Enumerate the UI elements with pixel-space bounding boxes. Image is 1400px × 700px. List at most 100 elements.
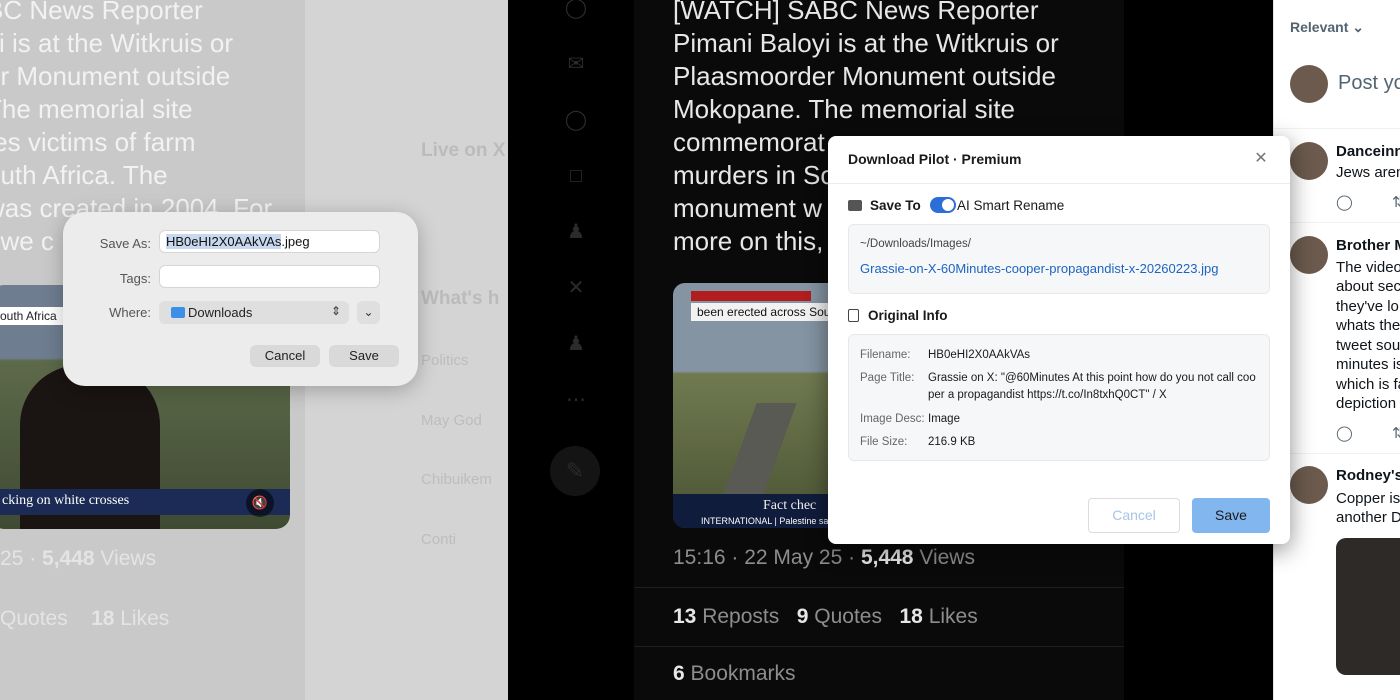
tweet-stats: 13 Reposts 9 Quotes 18 Likes (673, 605, 978, 629)
save-path-box[interactable]: ~/Downloads/Images/ Grassie-on-X-60Minut… (848, 224, 1270, 294)
bookmarks-link[interactable]: 6 Bookmarks (673, 662, 796, 686)
reply-text: Copper is (1336, 490, 1400, 507)
tags-label: Tags: (119, 271, 151, 286)
repost-icon[interactable]: ⇅ (1392, 424, 1400, 442)
folder-icon (171, 307, 185, 318)
reply-icon[interactable]: ◯ (1336, 424, 1353, 442)
replies-pane: Relevant ⌄ Post yo Danceinn Jews aren ◯ … (1273, 0, 1400, 700)
where-select[interactable]: Downloads ⇕ (159, 301, 349, 324)
repost-icon[interactable]: ⇅ (1392, 193, 1400, 211)
save-as-label: Save As: (99, 236, 151, 251)
save-as-sheet: Save As: HB0eHI2X0AAkVAs.jpeg Tags: Wher… (63, 212, 418, 386)
download-pilot-dialog: Download Pilot · Premium ✕ Save To AI Sm… (828, 136, 1290, 544)
profile-icon[interactable]: ♟ (564, 332, 588, 356)
ghost-trend: May God (421, 412, 482, 429)
info-key: Filename: (860, 349, 911, 361)
info-key: File Size: (860, 436, 908, 448)
reply-text: tweet sou (1336, 337, 1400, 354)
tweet-line: tes victims of farm (0, 127, 196, 157)
filename-extension: .jpeg (281, 234, 310, 249)
reply-text: Jews aren (1336, 164, 1400, 181)
cancel-button[interactable]: Cancel (1088, 498, 1180, 533)
mute-icon[interactable]: 🔇 (246, 489, 274, 517)
save-button[interactable]: Save (1192, 498, 1270, 533)
ghost-trend: Conti (421, 531, 457, 548)
reply-text: about sec (1336, 278, 1400, 295)
info-key: Image Desc: (860, 413, 925, 425)
smart-rename-toggle[interactable] (930, 197, 956, 213)
expand-chevron-icon[interactable]: ⌄ (357, 301, 380, 324)
avatar[interactable] (1290, 236, 1328, 274)
divider (828, 183, 1290, 184)
folder-icon (848, 200, 862, 211)
more-icon[interactable]: ⋯ (564, 388, 588, 412)
updown-chevron-icon: ⇕ (330, 304, 341, 318)
toggle-knob (942, 199, 954, 211)
save-to-heading: Save To (848, 198, 921, 213)
tags-field[interactable] (159, 265, 380, 288)
reply-text: they've lo (1336, 298, 1399, 315)
reply-icon[interactable]: ◯ (1336, 193, 1353, 211)
reply-text: The video (1336, 259, 1400, 276)
tweet-line: BC News Reporter (0, 0, 203, 25)
tweet-meta: 25 · 5,448 Views (0, 547, 157, 570)
divider (634, 587, 1124, 588)
video-location-tag: outh Africa (0, 307, 67, 325)
reply-author[interactable]: Rodney's (1336, 467, 1400, 484)
live-bar (691, 291, 811, 301)
video-caption: been erected across South (691, 303, 847, 321)
ghost-trend: Politics (421, 352, 469, 369)
ghost-heading: Live on X (421, 140, 506, 161)
ghost-heading: What's h (421, 288, 500, 309)
reposts-link[interactable]: 13 Reposts (673, 605, 779, 628)
document-icon (848, 309, 859, 322)
quotes-link[interactable]: 9 Quotes (797, 605, 882, 628)
original-info-box: Filename: HB0eHI2X0AAkVAs Page Title: Gr… (848, 334, 1270, 461)
likes-link[interactable]: Likes (114, 607, 169, 630)
sheet-save-button[interactable]: Save (329, 345, 399, 367)
avatar[interactable] (1290, 65, 1328, 103)
reply-text: minutes is (1336, 356, 1400, 373)
notifications-icon[interactable]: ◯ (564, 0, 588, 20)
x-logo-icon[interactable]: ✕ (564, 276, 588, 300)
original-info-heading: Original Info (848, 308, 948, 323)
likes-link[interactable]: 18 Likes (900, 605, 978, 628)
avatar[interactable] (1290, 466, 1328, 504)
reply-text: whats the (1336, 317, 1400, 334)
reply-text: another D (1336, 509, 1400, 526)
reply-author[interactable]: Danceinn (1336, 143, 1400, 160)
tweet-line: [WATCH] SABC News Reporter (673, 0, 1039, 25)
reply-text: which is fa (1336, 376, 1400, 393)
grok-icon[interactable]: ◯ (564, 108, 588, 132)
x-nav-column: ◯ ✉ ◯ □ ♟ ✕ ♟ ⋯ ✎ (508, 0, 628, 700)
sort-dropdown[interactable]: Relevant ⌄ (1290, 19, 1364, 36)
sheet-cancel-button[interactable]: Cancel (250, 345, 320, 367)
dialog-title: Download Pilot · Premium (848, 151, 1022, 167)
save-as-field[interactable]: HB0eHI2X0AAkVAs.jpeg (159, 230, 380, 253)
communities-icon[interactable]: ♟ (564, 220, 588, 244)
tweet-line: Pimani Baloyi is at the Witkruis or (673, 28, 1059, 58)
reply-input[interactable]: Post yo (1338, 72, 1400, 95)
quotes-link[interactable]: Quotes (0, 607, 68, 630)
info-key: Page Title: (860, 372, 915, 384)
reply-author[interactable]: Brother M (1336, 237, 1400, 254)
tweet-meta: 15:16 · 22 May 25 · 5,448 Views (673, 546, 975, 569)
smart-rename-label: AI Smart Rename (957, 198, 1065, 213)
info-file-size: 216.9 KB (928, 436, 976, 448)
divider (1274, 453, 1400, 454)
info-page-title: Grassie on X: "@60Minutes At this point … (928, 372, 1256, 401)
save-directory: ~/Downloads/Images/ (860, 238, 971, 250)
compose-icon[interactable]: ✎ (550, 446, 600, 496)
tweet-line: yi is at the Witkruis or (0, 28, 234, 58)
messages-icon[interactable]: ✉ (564, 52, 588, 76)
generated-filename[interactable]: Grassie-on-X-60Minutes-cooper-propagandi… (860, 261, 1218, 276)
bookmark-icon[interactable]: □ (564, 164, 588, 188)
where-value: Downloads (188, 305, 253, 320)
close-icon[interactable]: ✕ (1252, 148, 1270, 168)
info-image-desc: Image (928, 413, 960, 425)
tweet-line: outh Africa. The (0, 160, 168, 190)
reply-image[interactable] (1336, 538, 1400, 675)
avatar[interactable] (1290, 142, 1328, 180)
tweet-line: Mokopane. The memorial site (673, 94, 1016, 124)
tweet-line: The memorial site (0, 94, 193, 124)
